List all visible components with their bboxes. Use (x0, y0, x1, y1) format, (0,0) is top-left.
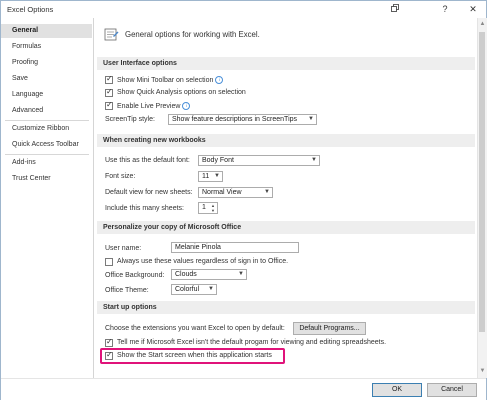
sidebar-item-trust-center[interactable]: Trust Center (1, 172, 92, 186)
office-theme-value: Colorful (175, 286, 200, 293)
info-icon[interactable]: i (182, 102, 191, 110)
chevron-down-icon: ▼ (264, 189, 270, 195)
default-view-label: Default view for new sheets: (105, 189, 193, 196)
default-font-value: Body Font (202, 157, 234, 164)
default-font-label: Use this as the default font: (105, 157, 190, 164)
excel-options-dialog: Excel Options ? ✕ General Formulas Proof… (0, 0, 487, 400)
show-start-screen-checkbox[interactable] (105, 350, 113, 360)
chevron-down-icon: ▼ (214, 173, 220, 179)
chevron-down-icon: ▼ (311, 157, 317, 163)
sidebar-divider (5, 120, 89, 121)
screentip-style-value: Show feature descriptions in ScreenTips (172, 116, 298, 123)
default-view-select[interactable]: Normal View ▼ (198, 187, 273, 198)
close-button[interactable]: ✕ (463, 3, 483, 16)
sidebar-item-save[interactable]: Save (1, 72, 92, 86)
sheet-count-value: 1 (202, 204, 206, 211)
show-start-screen-label: Show the Start screen when this applicat… (117, 352, 272, 359)
dialog-footer: OK Cancel (1, 378, 486, 400)
always-use-values-label: Always use these values regardless of si… (117, 258, 289, 265)
restore-icon[interactable] (385, 3, 405, 16)
info-icon[interactable]: i (215, 76, 224, 84)
page-title: General options for working with Excel. (125, 30, 260, 39)
font-size-label: Font size: (105, 173, 136, 180)
ok-button[interactable]: OK (372, 383, 422, 397)
sheet-count-stepper[interactable]: 1 ▲ ▼ (198, 202, 218, 214)
font-size-value: 11 (202, 173, 210, 180)
chevron-down-icon: ▼ (308, 116, 314, 122)
sidebar-item-quick-access-toolbar[interactable]: Quick Access Toolbar (1, 138, 92, 152)
default-extensions-label: Choose the extensions you want Excel to … (105, 325, 285, 332)
user-name-label: User name: (105, 245, 142, 252)
sidebar-divider (5, 154, 89, 155)
section-start-up: Start up options (97, 301, 475, 314)
default-font-select[interactable]: Body Font ▼ (198, 155, 320, 166)
office-theme-select[interactable]: Colorful ▼ (171, 284, 217, 295)
mini-toolbar-label: Show Mini Toolbar on selection i (117, 76, 224, 84)
default-program-warning-label: Tell me if Microsoft Excel isn't the def… (117, 339, 387, 346)
sidebar-item-formulas[interactable]: Formulas (1, 40, 92, 54)
mini-toolbar-checkbox[interactable] (105, 74, 113, 84)
scroll-down-icon[interactable]: ▼ (478, 367, 487, 375)
sidebar-item-language[interactable]: Language (1, 88, 92, 102)
general-options-icon (104, 28, 119, 41)
quick-analysis-checkbox[interactable] (105, 87, 113, 97)
default-programs-button[interactable]: Default Programs... (293, 322, 366, 335)
section-personalize: Personalize your copy of Microsoft Offic… (97, 221, 475, 234)
general-options-panel: General options for working with Excel. … (94, 18, 476, 378)
office-background-label: Office Background: (105, 272, 165, 279)
user-name-value: Melanie Pinola (175, 244, 221, 251)
chevron-down-icon: ▼ (208, 286, 214, 292)
options-sidebar: General Formulas Proofing Save Language … (1, 18, 94, 378)
stepper-arrows-icon[interactable]: ▲ ▼ (209, 203, 217, 213)
scrollbar-thumb[interactable] (479, 32, 485, 332)
default-program-warning-checkbox[interactable] (105, 337, 113, 347)
office-background-value: Clouds (175, 271, 197, 278)
screentip-style-select[interactable]: Show feature descriptions in ScreenTips … (168, 114, 317, 125)
always-use-values-checkbox[interactable] (105, 258, 113, 266)
sidebar-item-proofing[interactable]: Proofing (1, 56, 92, 70)
vertical-scrollbar[interactable]: ▲ ▼ (477, 18, 487, 378)
quick-analysis-label: Show Quick Analysis options on selection (117, 89, 246, 96)
sidebar-item-add-ins[interactable]: Add-ins (1, 156, 92, 170)
window-title: Excel Options (7, 5, 54, 14)
help-button[interactable]: ? (435, 3, 455, 16)
screentip-style-label: ScreenTip style: (105, 116, 155, 123)
user-name-field[interactable]: Melanie Pinola (171, 242, 299, 253)
cancel-button[interactable]: Cancel (427, 383, 477, 397)
section-new-workbooks: When creating new workbooks (97, 134, 475, 147)
title-bar: Excel Options ? ✕ (1, 1, 486, 18)
scroll-up-icon[interactable]: ▲ (478, 20, 487, 28)
font-size-select[interactable]: 11 ▼ (198, 171, 223, 182)
live-preview-checkbox[interactable] (105, 100, 113, 110)
live-preview-label: Enable Live Preview i (117, 102, 191, 110)
sidebar-item-customize-ribbon[interactable]: Customize Ribbon (1, 122, 92, 136)
sheet-count-label: Include this many sheets: (105, 205, 184, 212)
chevron-down-icon: ▼ (238, 271, 244, 277)
sidebar-item-advanced[interactable]: Advanced (1, 104, 92, 118)
office-theme-label: Office Theme: (105, 287, 149, 294)
office-background-select[interactable]: Clouds ▼ (171, 269, 247, 280)
sidebar-item-general[interactable]: General (1, 24, 92, 38)
section-user-interface: User Interface options (97, 57, 475, 70)
default-view-value: Normal View (202, 189, 242, 196)
